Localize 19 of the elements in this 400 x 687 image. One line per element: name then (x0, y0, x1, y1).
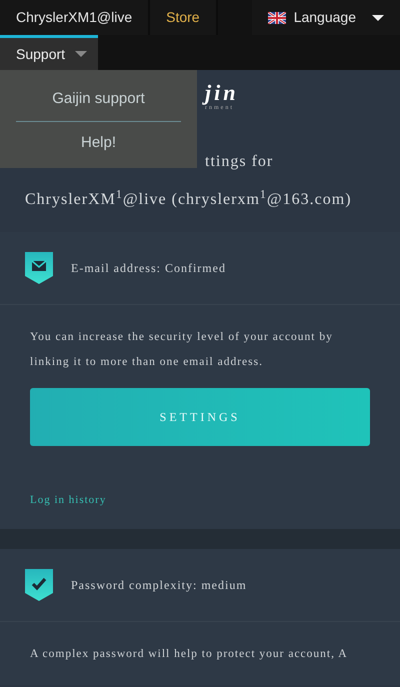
store-link[interactable]: Store (150, 0, 218, 35)
section-description: A complex password will help to protect your account, A (30, 647, 349, 662)
dropdown-item[interactable]: Gaijin support (16, 78, 181, 120)
dropdown-item[interactable]: Help! (16, 122, 181, 164)
log-in-history-link[interactable]: Log in history (30, 492, 106, 508)
section-description: You can increase the security level of your account by linking it to more than one email address. (30, 330, 334, 370)
user-menu-link[interactable]: ChryslerXM1@live (0, 0, 150, 35)
language-label: Language (294, 8, 356, 27)
page-heading: ttings for (204, 152, 274, 172)
caret-icon (372, 14, 384, 20)
flag-icon (268, 12, 286, 24)
account-heading: ChryslerXM$^{1}$@live (chryslerxm$^{1}$@163.com) (24, 186, 353, 210)
check-shield-icon (25, 569, 53, 601)
envelope-shield-icon (25, 252, 53, 284)
section-title: E-mail address: Confirmed (71, 260, 226, 277)
support-menu-tab[interactable]: Support (0, 35, 98, 70)
section-title: Password complexity: medium (71, 577, 247, 594)
caret-icon (75, 51, 88, 57)
language-dropdown[interactable]: Language (252, 0, 400, 35)
